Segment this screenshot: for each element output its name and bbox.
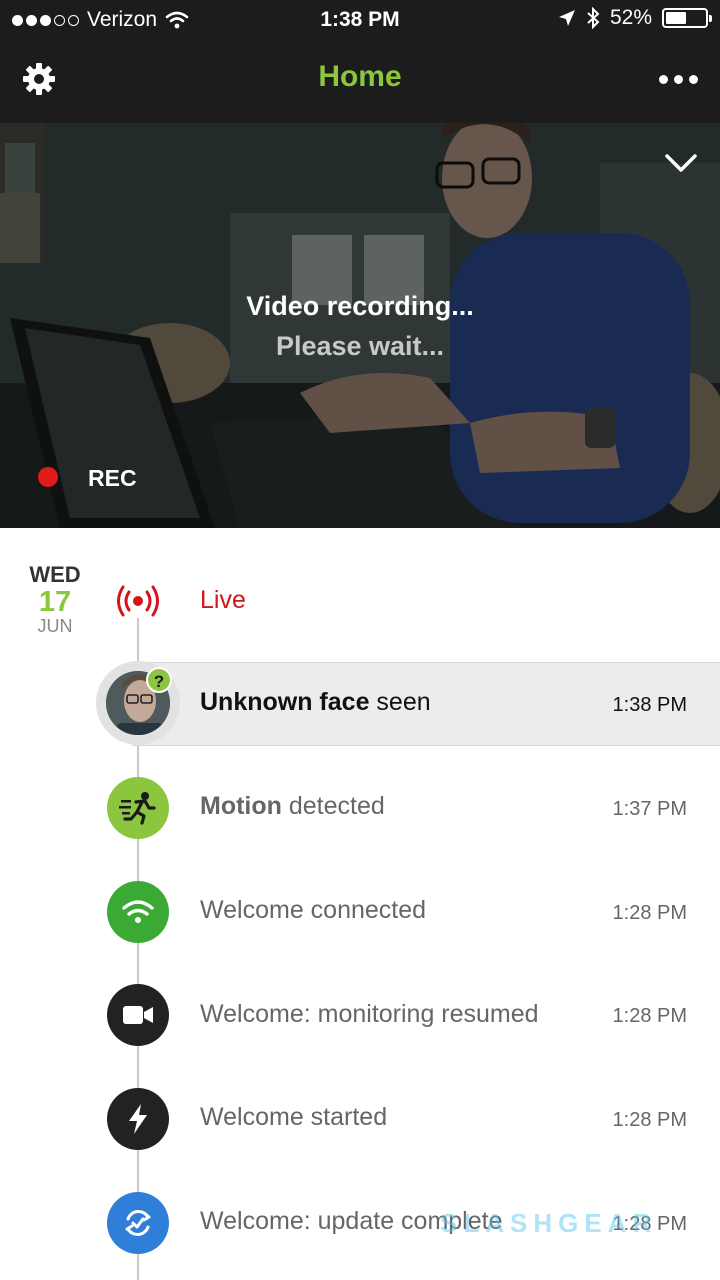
video-camera-icon [107, 984, 169, 1046]
event-text: Unknown face seen [200, 688, 431, 716]
location-arrow-icon [558, 10, 575, 26]
status-right: 52% [558, 6, 712, 30]
unknown-question-badge: ? [146, 667, 172, 693]
event-time: 1:28 PM [612, 902, 687, 924]
lightning-icon [107, 1088, 169, 1150]
event-text: Welcome connected [200, 896, 427, 924]
live-link[interactable]: Live [200, 586, 246, 615]
event-time: 1:28 PM [612, 1005, 687, 1027]
recording-wait: Please wait... [275, 331, 445, 361]
event-time: 1:38 PM [612, 694, 687, 716]
battery-icon [662, 8, 712, 28]
event-time: 1:28 PM [612, 1109, 687, 1131]
event-text: Welcome started [200, 1103, 388, 1131]
rec-indicator-icon [38, 467, 58, 487]
event-text: Welcome: monitoring resumed [200, 1000, 539, 1028]
update-icon [107, 1192, 169, 1254]
event-time: 1:37 PM [612, 798, 687, 820]
date-day: 17 [38, 586, 72, 618]
event-text: Motion detected [200, 792, 385, 820]
top-bar: Verizon 1:38 PM 52% Home [0, 0, 720, 123]
date-weekday: WED [29, 562, 81, 587]
chevron-down-icon[interactable] [664, 151, 698, 175]
date-month: JUN [37, 616, 73, 636]
rec-label: REC [88, 465, 137, 491]
bluetooth-icon [587, 7, 600, 29]
timeline-date: WED 17 JUN [0, 562, 110, 637]
camera-feed[interactable]: Video recording... Please wait... REC [0, 123, 720, 528]
watermark: SLASHGEAR [440, 1208, 658, 1238]
nav-bar: Home [0, 40, 720, 123]
recording-status: Video recording... [246, 291, 474, 321]
battery-percent: 52% [609, 6, 652, 29]
running-person-icon [107, 777, 169, 839]
more-icon[interactable] [659, 75, 698, 84]
live-broadcast-icon [117, 585, 159, 617]
status-bar: Verizon 1:38 PM 52% [0, 0, 720, 40]
page-title: Home [318, 60, 402, 93]
wifi-icon [107, 881, 169, 943]
